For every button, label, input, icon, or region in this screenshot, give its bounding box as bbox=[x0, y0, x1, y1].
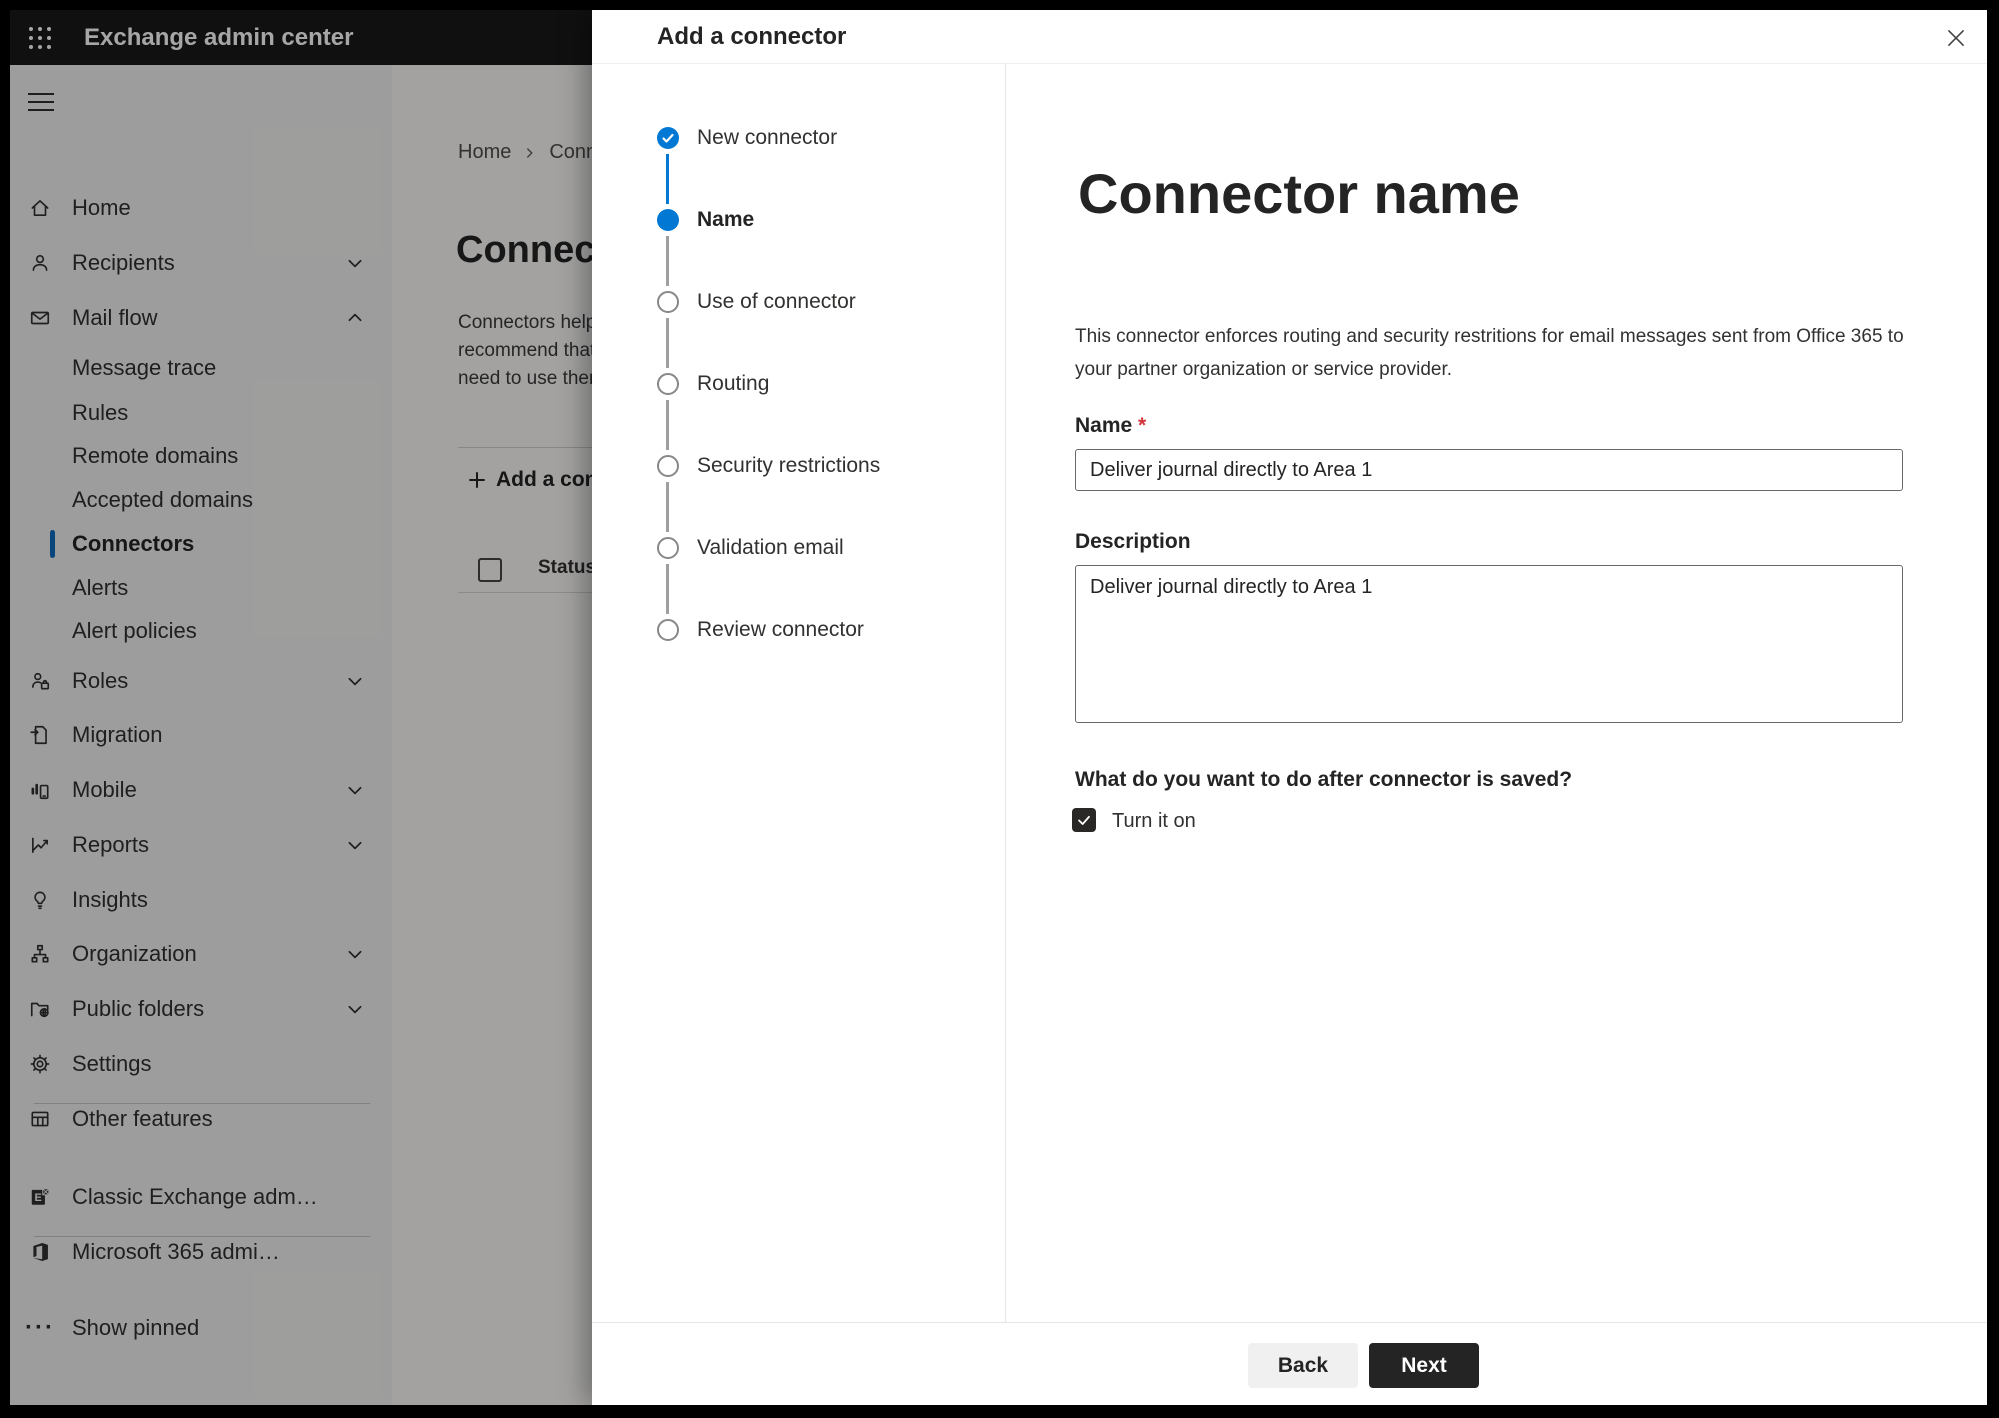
dialog-footer: Back Next bbox=[592, 1322, 1987, 1405]
after-save-question: What do you want to do after connector i… bbox=[1075, 768, 1573, 791]
step-connector-line bbox=[666, 154, 669, 204]
wizard-steps bbox=[592, 63, 1006, 1323]
step-label[interactable]: New connector bbox=[697, 127, 837, 149]
step-circle-todo bbox=[657, 373, 679, 395]
dialog-title: Add a connector bbox=[657, 23, 847, 50]
step-label[interactable]: Name bbox=[697, 209, 754, 231]
turn-it-on-checkbox[interactable] bbox=[1072, 808, 1096, 832]
step-circle-todo bbox=[657, 455, 679, 477]
name-field-label: Name * bbox=[1075, 414, 1146, 438]
app-window: Exchange admin center Home Recipients Ma… bbox=[10, 10, 1987, 1405]
step-circle-todo bbox=[657, 291, 679, 313]
step-circle-done bbox=[657, 127, 679, 149]
description-field-label: Description bbox=[1075, 530, 1191, 553]
close-icon[interactable] bbox=[1940, 22, 1972, 54]
step-circle-todo bbox=[657, 537, 679, 559]
step-circle-todo bbox=[657, 619, 679, 641]
name-input[interactable] bbox=[1075, 449, 1903, 491]
dialog-header: Add a connector bbox=[592, 10, 1987, 64]
step-heading: Connector name bbox=[1078, 162, 1520, 225]
step-label[interactable]: Routing bbox=[697, 373, 769, 395]
step-label[interactable]: Review connector bbox=[697, 619, 864, 641]
step-label[interactable]: Validation email bbox=[697, 537, 844, 559]
next-button[interactable]: Next bbox=[1369, 1343, 1479, 1388]
name-label-text: Name bbox=[1075, 414, 1133, 437]
required-marker: * bbox=[1138, 414, 1147, 437]
step-circle-current bbox=[657, 209, 679, 231]
back-button[interactable]: Back bbox=[1248, 1343, 1358, 1388]
description-textarea[interactable]: Deliver journal directly to Area 1 bbox=[1075, 565, 1903, 723]
step-label[interactable]: Use of connector bbox=[697, 291, 856, 313]
step-description: This connector enforces routing and secu… bbox=[1075, 326, 1904, 380]
add-connector-dialog: Add a connector New connector Name Use o… bbox=[592, 10, 1987, 1405]
step-connector-line bbox=[666, 400, 669, 450]
step-label[interactable]: Security restrictions bbox=[697, 455, 880, 477]
step-connector-line bbox=[666, 482, 669, 532]
step-connector-line bbox=[666, 318, 669, 368]
step-connector-line bbox=[666, 236, 669, 286]
step-connector-line bbox=[666, 564, 669, 614]
turn-it-on-label: Turn it on bbox=[1112, 810, 1196, 832]
